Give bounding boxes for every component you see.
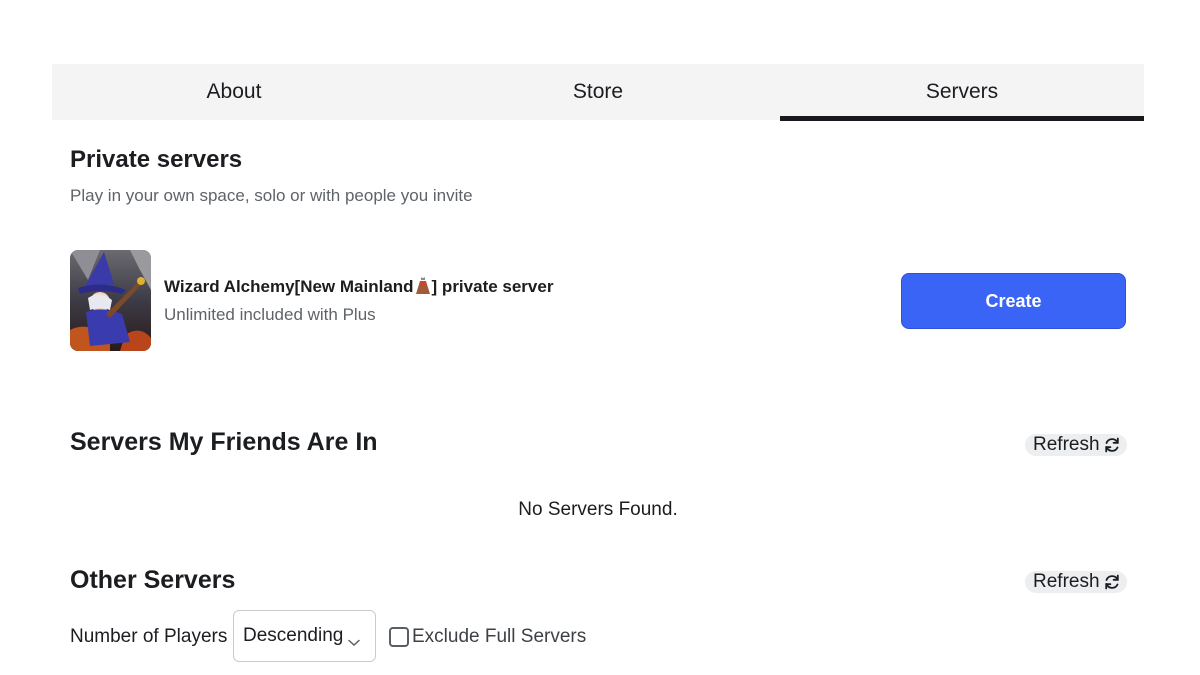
tab-about[interactable]: About: [52, 64, 416, 120]
refresh-icon: [1103, 436, 1121, 460]
other-servers-title: Other Servers: [70, 566, 236, 594]
refresh-label: Refresh: [1033, 571, 1100, 592]
tab-servers[interactable]: Servers: [780, 64, 1144, 121]
game-thumbnail: [70, 250, 151, 351]
private-server-name: Wizard Alchemy[New Mainland ] private ser…: [164, 277, 553, 299]
refresh-other-servers-button[interactable]: Refresh: [1025, 571, 1127, 593]
exclude-full-servers-label[interactable]: Exclude Full Servers: [412, 626, 586, 648]
friends-servers-title: Servers My Friends Are In: [70, 428, 378, 456]
servers-page: About Store Servers Private servers Play…: [0, 0, 1200, 675]
sort-label: Number of Players: [70, 626, 228, 647]
refresh-icon: [1103, 573, 1121, 597]
tab-bar: About Store Servers: [52, 64, 1144, 121]
no-servers-message: No Servers Found.: [518, 499, 678, 520]
create-private-server-button[interactable]: Create: [901, 273, 1126, 329]
refresh-friends-servers-button[interactable]: Refresh: [1025, 434, 1127, 456]
private-server-subtitle: Unlimited included with Plus: [164, 305, 376, 324]
volcano-emoji-icon: [415, 277, 430, 299]
private-servers-subtitle: Play in your own space, solo or with peo…: [70, 186, 473, 205]
server-name-part-1: Wizard Alchemy[New Mainland: [164, 277, 414, 296]
refresh-label: Refresh: [1033, 434, 1100, 455]
exclude-full-servers-checkbox[interactable]: [389, 627, 409, 647]
private-servers-title: Private servers: [70, 146, 243, 173]
tab-store[interactable]: Store: [416, 64, 780, 120]
sort-order-select[interactable]: Descending: [233, 610, 376, 662]
server-name-part-2: ] private server: [431, 277, 554, 296]
sort-order-value: Descending: [243, 625, 344, 646]
chevron-down-icon: [348, 631, 360, 653]
